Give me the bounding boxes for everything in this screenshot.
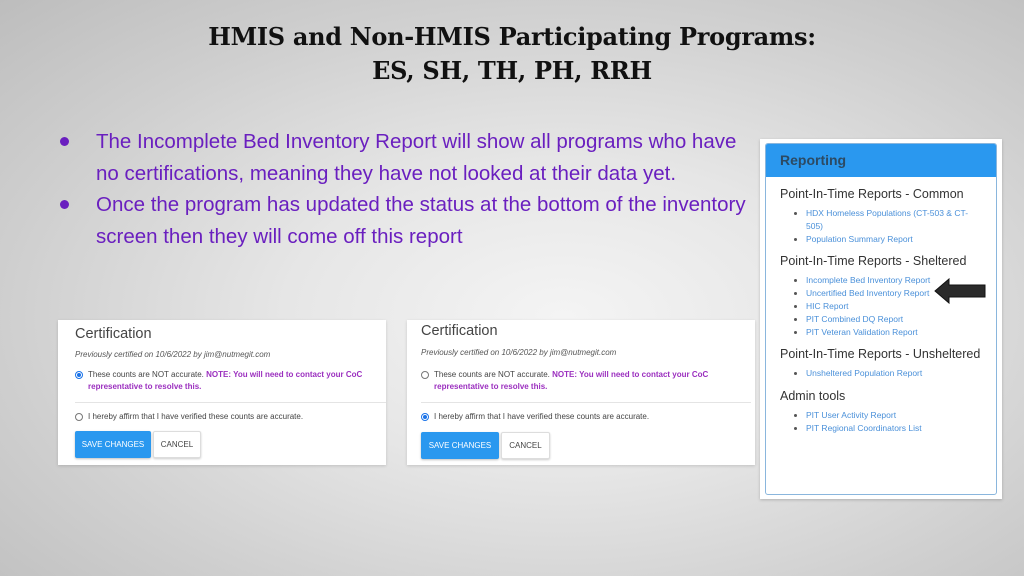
radio-option-not-accurate[interactable]: These counts are NOT accurate. NOTE: You… xyxy=(421,369,711,393)
reporting-panel: Reporting Point-In-Time Reports - Common… xyxy=(760,139,1002,499)
section-list-pit-unsheltered: Unsheltered Population Report xyxy=(792,367,982,380)
list-item: PIT Veteran Validation Report xyxy=(792,326,982,339)
report-link-pit-regional-coordinators[interactable]: PIT Regional Coordinators List xyxy=(806,423,922,433)
report-link-hic[interactable]: HIC Report xyxy=(806,301,849,311)
list-item: PIT User Activity Report xyxy=(792,409,982,422)
list-item: Population Summary Report xyxy=(792,233,982,246)
bullet-item: Once the program has updated the status … xyxy=(58,189,748,252)
list-item: PIT Combined DQ Report xyxy=(792,313,982,326)
list-item: Unsheltered Population Report xyxy=(792,367,982,380)
bullet-text: Once the program has updated the status … xyxy=(96,193,746,248)
radio-checked-icon[interactable] xyxy=(421,413,429,421)
section-title-pit-sheltered: Point-In-Time Reports - Sheltered xyxy=(780,254,967,269)
bullet-item: The Incomplete Bed Inventory Report will… xyxy=(58,126,748,189)
section-title-admin-tools: Admin tools xyxy=(780,389,846,404)
option-not-accurate-label: These counts are NOT accurate. xyxy=(88,370,204,379)
radio-label: These counts are NOT accurate. NOTE: You… xyxy=(434,369,711,393)
divider xyxy=(421,402,751,403)
radio-option-not-accurate[interactable]: These counts are NOT accurate. NOTE: You… xyxy=(75,369,365,393)
bullet-text: The Incomplete Bed Inventory Report will… xyxy=(96,130,737,185)
report-link-hdx-homeless-populations[interactable]: HDX Homeless Populations (CT-503 & CT-50… xyxy=(806,208,968,231)
report-link-population-summary[interactable]: Population Summary Report xyxy=(806,234,913,244)
previously-certified-text: Previously certified on 10/6/2022 by jim… xyxy=(75,350,271,359)
certification-title: Certification xyxy=(75,326,152,342)
certification-title: Certification xyxy=(421,323,498,339)
radio-label: These counts are NOT accurate. NOTE: You… xyxy=(88,369,365,393)
certification-panel-affirm: Certification Previously certified on 10… xyxy=(407,320,755,465)
slide-title-line-1: HMIS and Non-HMIS Participating Programs… xyxy=(208,22,816,51)
save-changes-button[interactable]: SAVE CHANGES xyxy=(75,431,151,458)
left-arrow-icon xyxy=(934,278,986,304)
slide-title: HMIS and Non-HMIS Participating Programs… xyxy=(0,20,1024,88)
radio-checked-icon[interactable] xyxy=(75,371,83,379)
report-link-incomplete-bed-inventory[interactable]: Incomplete Bed Inventory Report xyxy=(806,275,930,285)
radio-option-affirm[interactable]: I hereby affirm that I have verified the… xyxy=(421,411,649,423)
certification-panel-not-accurate: Certification Previously certified on 10… xyxy=(58,320,386,465)
slide-title-line-2: ES, SH, TH, PH, RRH xyxy=(372,56,652,85)
cancel-button[interactable]: CANCEL xyxy=(501,432,550,459)
reporting-card: Reporting Point-In-Time Reports - Common… xyxy=(765,143,997,495)
reporting-header: Reporting xyxy=(766,144,996,177)
section-title-pit-common: Point-In-Time Reports - Common xyxy=(780,187,964,201)
previously-certified-text: Previously certified on 10/6/2022 by jim… xyxy=(421,348,617,357)
report-link-pit-user-activity[interactable]: PIT User Activity Report xyxy=(806,410,896,420)
radio-unchecked-icon[interactable] xyxy=(421,371,429,379)
bullet-list: The Incomplete Bed Inventory Report will… xyxy=(58,126,748,252)
cancel-button[interactable]: CANCEL xyxy=(153,431,201,458)
option-not-accurate-label: These counts are NOT accurate. xyxy=(434,370,550,379)
report-link-unsheltered-population[interactable]: Unsheltered Population Report xyxy=(806,368,922,378)
report-link-pit-combined-dq[interactable]: PIT Combined DQ Report xyxy=(806,314,903,324)
report-link-pit-veteran-validation[interactable]: PIT Veteran Validation Report xyxy=(806,327,918,337)
radio-option-affirm[interactable]: I hereby affirm that I have verified the… xyxy=(75,411,303,423)
report-link-uncertified-bed-inventory[interactable]: Uncertified Bed Inventory Report xyxy=(806,288,929,298)
option-affirm-label: I hereby affirm that I have verified the… xyxy=(434,412,650,421)
section-list-admin-tools: PIT User Activity Report PIT Regional Co… xyxy=(792,409,982,435)
radio-unchecked-icon[interactable] xyxy=(75,413,83,421)
save-changes-button[interactable]: SAVE CHANGES xyxy=(421,432,499,459)
section-list-pit-common: HDX Homeless Populations (CT-503 & CT-50… xyxy=(792,207,982,245)
section-title-pit-unsheltered: Point-In-Time Reports - Unsheltered xyxy=(780,347,981,362)
list-item: PIT Regional Coordinators List xyxy=(792,422,982,435)
bullet-dot-icon xyxy=(60,200,69,209)
reporting-body: Point-In-Time Reports - Common HDX Homel… xyxy=(766,177,996,435)
divider xyxy=(75,402,386,403)
bullet-dot-icon xyxy=(60,137,69,146)
list-item: HDX Homeless Populations (CT-503 & CT-50… xyxy=(792,207,982,233)
option-affirm-label: I hereby affirm that I have verified the… xyxy=(88,412,304,421)
